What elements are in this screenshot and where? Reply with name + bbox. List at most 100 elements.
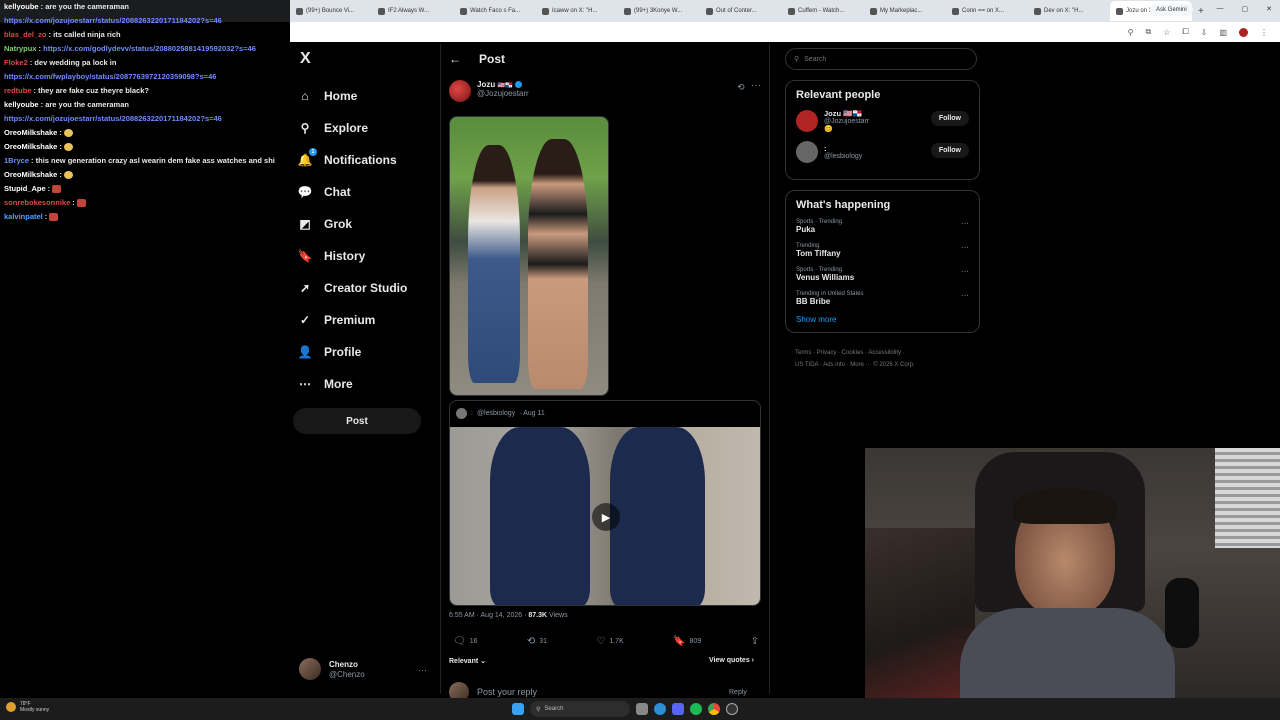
view-quotes-link[interactable]: View quotes › [709,657,754,664]
chat-username: Floke2 [4,58,28,67]
quote-avatar [456,407,467,419]
show-more-link[interactable]: Show more [796,315,969,324]
x-logo[interactable]: X [300,50,311,68]
profile-avatar-icon[interactable] [1239,27,1248,37]
post-image[interactable] [449,116,609,396]
browser-tab[interactable]: Icaww on X: "H... [536,1,618,21]
sidebar-icon[interactable]: ▥ [1219,28,1227,37]
post-compose-button[interactable]: Post [293,408,421,434]
sidebar-item-creator-studio[interactable]: ➚ Creator Studio [298,272,407,304]
reply-button[interactable]: Reply [729,689,747,696]
back-arrow-icon[interactable]: ← [449,52,461,66]
relevant-people-title: Relevant people [796,89,881,101]
chat-message: blas_del_zo: its called ninja rich [4,28,290,42]
follow-button[interactable]: Follow [930,111,969,126]
sidebar-item-home[interactable]: ⌂ Home [298,80,407,112]
chat-link[interactable]: https://x.com/godlydevv/status/208802588… [43,44,256,53]
browser-tab[interactable]: Watch Faco s Fa... [454,1,536,21]
grok-icon: ◩ [299,217,311,231]
like-action[interactable]: ♡ 1.7K [596,636,623,647]
account-more-icon[interactable]: ··· [418,665,427,675]
sidebar-item-label: Chat [324,185,351,199]
task-view-icon[interactable] [636,703,648,715]
close-icon[interactable]: ✕ [1266,5,1272,13]
chat-username: sonrebokesonnike [4,198,71,207]
trend-item[interactable]: Sports · Trending Puka ··· [796,219,969,234]
windows-start-icon[interactable] [512,703,524,715]
repost-action[interactable]: ⟲ 31 [527,636,547,647]
trend-more-icon[interactable]: ··· [961,291,969,300]
new-tab-button[interactable]: + [1198,6,1204,17]
spotify-icon[interactable] [690,703,702,715]
author-avatar[interactable] [449,80,471,102]
sidebar-item-grok[interactable]: ◩ Grok [298,208,407,240]
tab-favicon-icon [706,7,713,15]
post-more-icon[interactable]: ··· [751,80,761,91]
sidebar-item-profile[interactable]: 👤 Profile [298,336,407,368]
maximize-icon[interactable]: ▢ [1242,5,1249,13]
play-button[interactable]: ▶ [592,503,620,531]
verified-badge-icon [514,81,522,89]
browser-menu-icon[interactable]: ⋮ [1260,28,1268,37]
quoted-post[interactable]: : @lesbiology · Aug 11 ▶ [449,400,761,606]
chrome-icon[interactable] [708,703,720,715]
webcam-window-blinds [1215,448,1280,558]
taskbar-search[interactable]: ⚲ Search [530,701,630,717]
ask-gemini-button[interactable]: Ask Gemini [1150,4,1193,16]
image-figure-right [528,139,588,389]
browser-tab[interactable]: My Markeplac... [864,1,946,21]
reply-action[interactable]: 🗨 16 [453,636,478,647]
trend-more-icon[interactable]: ··· [961,219,969,228]
grok-explain-icon[interactable]: ⟲ [737,82,745,93]
sidebar-item-chat[interactable]: 💬 Chat [298,176,407,208]
sidebar-item-explore[interactable]: ⚲ Explore [298,112,407,144]
reply-sort-dropdown[interactable]: Relevant ⌄ [449,657,486,665]
trend-more-icon[interactable]: ··· [961,243,969,252]
post-author[interactable]: Jozu 🇺🇸🇵🇦 @Jozujoestarr [449,80,529,102]
browser-tab[interactable]: IF2 Always W... [372,1,454,21]
heart-icon: ♡ [596,636,606,647]
trend-item[interactable]: Trending in United States BB Bribe ··· [796,291,969,306]
trend-item[interactable]: Sports · Trending Venus Williams ··· [796,267,969,282]
browser-tab[interactable]: Dev on X: "H... [1028,1,1110,21]
trend-item[interactable]: Trending Tom Tiffany ··· [796,243,969,258]
sidebar-item-more[interactable]: ⋯ More [298,368,407,400]
chat-link[interactable]: https://x.com/fwplayboy/status/208776397… [4,72,216,81]
relevant-people-list: Jozu 🇺🇸🇵🇦 @Jozujoestarr 😊 Follow : @lesbiolog… [796,109,969,163]
share-action[interactable]: ⇪ [751,636,759,647]
browser-tab[interactable]: Cuffem - Watch... [782,1,864,21]
sidebar-item-history[interactable]: 🔖 History [298,240,407,272]
sidebar-item-premium[interactable]: ✓ Premium [298,304,407,336]
history-icon: 🔖 [297,249,313,263]
follow-button[interactable]: Follow [930,143,969,158]
browser-tab[interactable]: Conn == on X... [946,1,1028,21]
thumbs-emote-icon [63,143,73,152]
relevant-person[interactable]: : @lesbiology Follow [796,141,969,163]
weather-widget[interactable]: 78°F Mostly sunny [6,701,49,713]
search-input[interactable]: ⚲ Search [785,48,977,70]
chat-link[interactable]: https://x.com/jozujoestarr/status/208826… [4,16,222,25]
relevant-person[interactable]: Jozu 🇺🇸🇵🇦 @Jozujoestarr 😊 Follow [796,109,969,133]
chat-username: kellyoube [4,2,39,11]
discord-icon[interactable] [672,703,684,715]
reply-input[interactable]: Post your reply [477,687,537,697]
edge-icon[interactable] [654,703,666,715]
zoom-icon[interactable]: ⚲ [1128,28,1134,37]
bookmark-star-icon[interactable]: ☆ [1163,28,1170,37]
minimize-icon[interactable]: — [1217,5,1224,13]
webcam-microphone [1165,578,1199,648]
browser-tab[interactable]: (99+) Bounce Vi... [290,1,372,21]
sidebar-item-notifications[interactable]: 🔔 1 Notifications [298,144,407,176]
chat-link[interactable]: https://x.com/jozujoestarr/status/208826… [4,114,222,123]
browser-tab[interactable]: Out of Conter... [700,1,782,21]
bookmark-action[interactable]: 🔖 809 [673,636,701,647]
account-switcher[interactable]: Chenzo @Chenzo [299,658,365,680]
quoted-video[interactable]: ▶ [450,427,760,605]
browser-tab[interactable]: (99+) 3Konye W... [618,1,700,21]
download-icon[interactable]: ⇩ [1201,28,1208,37]
obs-icon[interactable] [726,703,738,715]
install-icon[interactable]: ⧉ [1145,27,1151,37]
trend-more-icon[interactable]: ··· [961,267,969,276]
account-name: Chenzo [329,659,358,669]
extensions-icon[interactable]: ⧠ [1182,27,1188,37]
